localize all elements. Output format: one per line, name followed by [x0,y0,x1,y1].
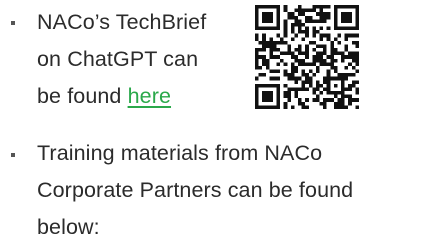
techbrief-line-3: be found here [37,78,206,115]
techbrief-here-link[interactable]: here [128,84,171,108]
training-line-2: Corporate Partners can be found [37,178,354,202]
techbrief-line-1: NACo’s TechBrief [37,10,207,34]
bullet-marker [11,21,15,25]
techbrief-line-2: on ChatGPT can [37,47,199,71]
techbrief-text: NACo’s TechBrief on ChatGPT can be found… [37,4,206,115]
qr-code-icon[interactable] [255,5,359,109]
training-line-1: Training materials from NACo [37,141,323,165]
training-line-3: below: [37,215,100,239]
bullet-marker [11,153,15,157]
qr-code-graphic [255,5,359,109]
techbrief-line-3-prefix: be found [37,84,128,108]
training-text: Training materials from NACo Corporate P… [37,135,353,246]
